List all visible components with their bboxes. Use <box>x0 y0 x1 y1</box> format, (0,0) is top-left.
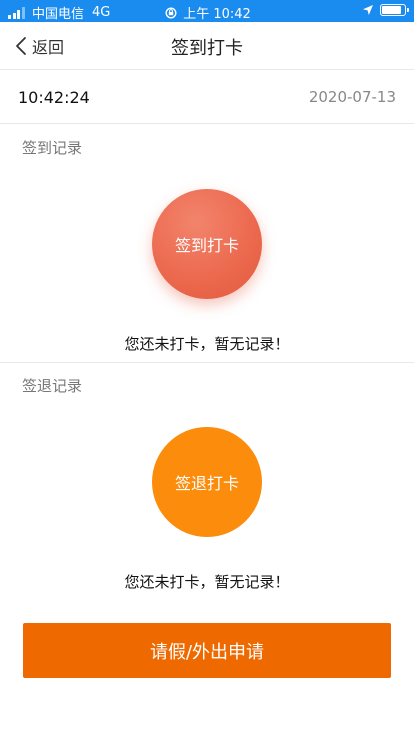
leave-request-button[interactable]: 请假/外出申请 <box>23 623 391 678</box>
sign-out-button[interactable]: 签退打卡 <box>152 427 262 537</box>
sign-in-button[interactable]: 签到打卡 <box>152 189 262 299</box>
clock-row: 10:42:24 2020-07-13 <box>0 71 414 124</box>
location-icon <box>363 5 373 15</box>
section-divider <box>0 362 414 363</box>
status-center: 上午 10:42 <box>0 3 414 22</box>
sign-in-empty-message: 您还未打卡，暂无记录！ <box>124 335 290 353</box>
page-title: 签到打卡 <box>171 38 243 59</box>
leave-request-label: 请假/外出申请 <box>149 641 265 663</box>
current-date: 2020-07-13 <box>308 88 396 106</box>
sign-out-empty-message: 您还未打卡，暂无记录！ <box>124 573 290 591</box>
sign-out-section-label: 签退记录 <box>22 377 83 395</box>
sign-out-button-label: 签退打卡 <box>174 474 239 493</box>
sign-in-button-label: 签到打卡 <box>174 236 239 255</box>
current-time: 10:42:24 <box>18 88 90 107</box>
status-right <box>362 4 409 16</box>
battery-level <box>382 6 401 14</box>
nav-bar: 返回 签到打卡 <box>0 22 414 70</box>
lock-rotation-icon <box>165 6 177 19</box>
status-bar: 中国电信 4G 上午 10:42 <box>0 0 414 22</box>
battery-icon <box>380 4 409 16</box>
status-time: 上午 10:42 <box>183 7 251 22</box>
sign-in-section-label: 签到记录 <box>22 139 83 157</box>
